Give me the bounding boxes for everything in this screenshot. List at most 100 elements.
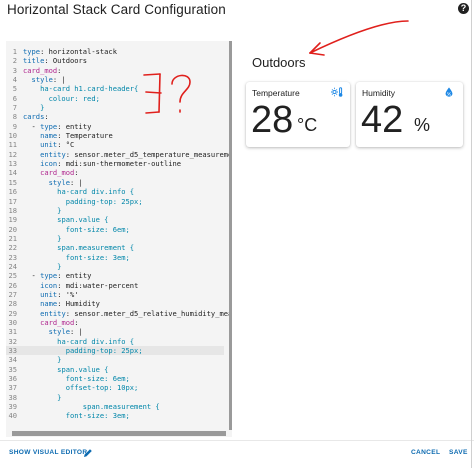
- help-icon[interactable]: ?: [458, 3, 469, 14]
- code-line[interactable]: 24 }: [6, 262, 224, 271]
- line-number: 1: [12, 47, 17, 56]
- line-number: 31: [8, 327, 17, 337]
- code-line[interactable]: 2 title: Outdoors: [6, 56, 224, 65]
- code-line[interactable]: 28 name: Humidity: [6, 299, 224, 308]
- yaml-separator: :: [57, 131, 66, 141]
- code-line[interactable]: 40 font-size: 3em;: [6, 411, 224, 420]
- code-line[interactable]: 37 offset-top: 10px;: [6, 383, 224, 392]
- line-number: 9: [12, 121, 17, 131]
- code-line[interactable]: 16 ha-card div.info {: [6, 187, 224, 196]
- yaml-value: font-size: 3em;: [65, 252, 130, 262]
- cancel-button[interactable]: CANCEL: [411, 449, 440, 456]
- code-line[interactable]: 27 unit: '%': [6, 290, 224, 299]
- code-indent: -: [23, 271, 41, 281]
- horizontal-scrollbar[interactable]: [12, 431, 226, 436]
- code-line[interactable]: 33 padding-top: 25px;: [6, 346, 224, 356]
- code-line[interactable]: 17 padding-top: 25px;: [6, 197, 224, 206]
- code-line[interactable]: 22 span.measurement {: [6, 243, 224, 252]
- yaml-key: card_mod: [40, 168, 75, 178]
- code-line[interactable]: 34 }: [6, 355, 224, 364]
- yaml-key: icon: [40, 159, 58, 169]
- sun-thermometer-icon: [331, 87, 343, 100]
- code-line[interactable]: 35 span.value {: [6, 365, 224, 374]
- yaml-value: font-size: 6em;: [65, 374, 130, 384]
- line-number: 5: [12, 84, 17, 94]
- temperature-card[interactable]: Temperature 28 °C: [246, 82, 350, 147]
- pencil-icon[interactable]: [83, 448, 93, 458]
- yaml-value: padding-top: 25px;: [65, 196, 143, 206]
- vertical-scrollbar[interactable]: [229, 41, 232, 431]
- show-visual-editor-button[interactable]: SHOW VISUAL EDITOR: [9, 449, 87, 456]
- line-number: 14: [8, 168, 17, 178]
- code-line[interactable]: 29 entity: sensor.meter_d5_relative_humi…: [6, 309, 232, 318]
- yaml-separator: :: [57, 140, 66, 150]
- line-number: 7: [12, 103, 17, 113]
- line-number: 17: [8, 196, 17, 206]
- yaml-value: padding-top: 25px;: [65, 346, 143, 355]
- yaml-key: type: [40, 271, 58, 281]
- code-line[interactable]: 39 span.measurement {: [6, 402, 224, 411]
- code-line[interactable]: 21 }: [6, 234, 224, 243]
- dialog-right-edge: [471, 0, 472, 468]
- code-line[interactable]: 14 card_mod:: [6, 168, 224, 177]
- code-line[interactable]: 36 font-size: 6em;: [6, 374, 224, 383]
- code-line[interactable]: 12 entity: sensor.meter_d5_temperature_m…: [6, 149, 232, 159]
- line-number: 21: [8, 233, 17, 243]
- yaml-value: mdi:sun-thermometer-outline: [65, 159, 182, 169]
- yaml-value: Temperature: [65, 131, 113, 141]
- code-line[interactable]: 13 icon: mdi:sun-thermometer-outline: [6, 159, 224, 168]
- code-line[interactable]: 26 icon: mdi:water-percent: [6, 281, 224, 290]
- line-number: 33: [8, 346, 17, 355]
- line-number: 27: [8, 289, 17, 299]
- yaml-value: font-size: 6em;: [65, 224, 130, 234]
- line-number: 24: [8, 261, 17, 271]
- yaml-separator: :: [44, 112, 49, 122]
- code-line[interactable]: 18 }: [6, 206, 224, 215]
- yaml-key: card_mod: [40, 317, 75, 327]
- save-button[interactable]: SAVE: [449, 449, 468, 456]
- code-line[interactable]: 25 - type: entity: [6, 271, 224, 280]
- yaml-value: entity: [65, 271, 92, 281]
- line-number: 25: [8, 271, 17, 281]
- yaml-key: style: [31, 75, 53, 85]
- code-line[interactable]: 20 font-size: 6em;: [6, 225, 224, 234]
- yaml-separator: :: [65, 149, 75, 159]
- code-indent: -: [23, 121, 41, 131]
- code-line[interactable]: 30 card_mod:: [6, 318, 224, 327]
- sensor-unit: °C: [297, 115, 318, 135]
- code-line[interactable]: 32 ha-card div.info {: [6, 337, 224, 346]
- preview-title: Outdoors: [252, 55, 306, 70]
- line-number: 8: [12, 112, 17, 122]
- yaml-value: font-size: 3em;: [65, 411, 130, 421]
- humidity-card[interactable]: Humidity 42 %: [356, 82, 463, 147]
- code-line[interactable]: 11 unit: °C: [6, 140, 224, 149]
- code-line[interactable]: 31 style: |: [6, 327, 224, 336]
- yaml-key: name: [40, 299, 58, 309]
- line-number: 40: [8, 411, 17, 421]
- sensor-value: 28: [251, 99, 294, 141]
- line-number: 35: [8, 364, 17, 374]
- code-line[interactable]: 9 - type: entity: [6, 122, 224, 131]
- code-line[interactable]: 1 type: horizontal-stack: [6, 47, 224, 56]
- code-line[interactable]: 23 font-size: 3em;: [6, 253, 224, 262]
- code-line[interactable]: 19 span.value {: [6, 215, 224, 224]
- code-line[interactable]: 10 name: Temperature: [6, 131, 224, 140]
- code-line[interactable]: 15 style: |: [6, 178, 224, 187]
- handwritten-arrow: [309, 20, 409, 56]
- line-number: 18: [8, 205, 17, 215]
- yaml-value: |: [78, 327, 83, 337]
- yaml-value: |: [78, 177, 83, 187]
- yaml-value: horizontal-stack: [48, 47, 117, 56]
- code-line[interactable]: 38 }: [6, 393, 224, 402]
